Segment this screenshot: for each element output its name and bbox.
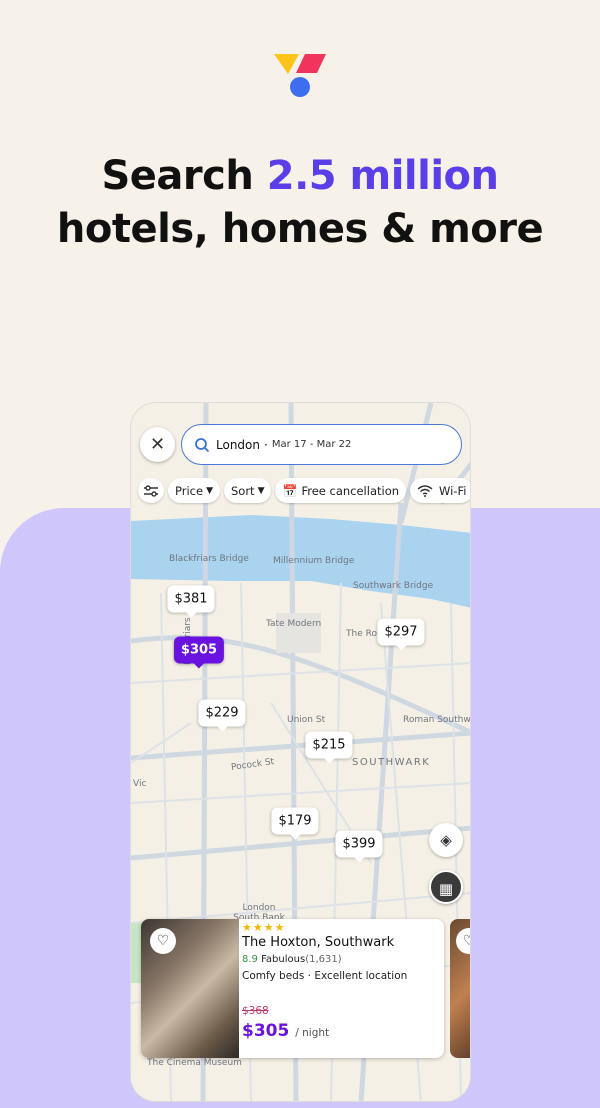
price-filter-chip[interactable]: Price ▼ [168, 478, 220, 503]
headline-line2: hotels, homes & more [56, 206, 544, 252]
headline-prefix: Search [101, 153, 267, 199]
original-price: $368 [242, 1005, 269, 1017]
close-button[interactable]: ✕ [140, 427, 175, 462]
chip-label: Sort [230, 483, 255, 498]
wifi-chip[interactable]: Wi-Fi [410, 478, 470, 503]
price-pin[interactable]: $381 [167, 585, 215, 618]
price-pin[interactable]: $215 [305, 731, 353, 764]
map-label: The Ro [346, 629, 377, 639]
hotel-name: The Hoxton, Southwark [242, 935, 395, 950]
price-pin[interactable]: $399 [335, 830, 383, 863]
map-label: Union St [287, 715, 326, 725]
review-score: 8.9 [242, 954, 258, 965]
hotel-card[interactable]: ♡ ★★★★ The Hoxton, Southwark 8.9 Fabulou… [141, 919, 444, 1058]
chip-label: Wi-Fi [439, 483, 467, 498]
price-pin-selected[interactable]: $305 [173, 636, 225, 669]
phone-mockup: Blackfriars Bridge Millennium Bridge Sou… [130, 402, 471, 1102]
map-view-button[interactable]: ▦ [429, 870, 463, 904]
heart-icon: ♡ [156, 933, 170, 949]
search-bar[interactable]: London · Mar 17 - Mar 22 [181, 424, 462, 465]
headline: Search 2.5 million hotels, homes & more [0, 150, 600, 256]
caret-down-icon: ▼ [206, 485, 213, 496]
map-label: Roman Southw [403, 715, 471, 725]
close-icon: ✕ [149, 434, 166, 455]
map-label: Tate Modern [266, 619, 322, 629]
chip-label: Price [175, 483, 204, 498]
next-hotel-card[interactable]: ♡ [450, 919, 470, 1058]
logo-blue-circle [290, 77, 310, 97]
price-value: $305 [242, 1021, 290, 1041]
chip-label: Free cancellation [301, 483, 400, 498]
star-rating: ★★★★ [242, 921, 286, 934]
caret-down-icon: ▼ [257, 485, 265, 496]
price-pin[interactable]: $179 [271, 807, 319, 840]
app-logo [274, 54, 326, 97]
favorite-button[interactable]: ♡ [456, 928, 470, 954]
layers-icon: ◈ [440, 831, 452, 849]
map-label: Blackfriars Bridge [169, 554, 249, 564]
calendar-check-icon: 📅 [282, 483, 298, 498]
logo-yellow-triangle [274, 54, 299, 74]
favorite-button[interactable]: ♡ [150, 928, 176, 954]
hotel-highlights: Comfy beds · Excellent location [242, 970, 408, 982]
map-label: Millennium Bridge [273, 556, 355, 566]
search-location: London [216, 437, 260, 452]
logo-red-parallelogram [296, 54, 326, 73]
layers-button[interactable]: ◈ [429, 823, 463, 857]
review-label: Fabulous [261, 954, 306, 965]
sliders-icon [144, 484, 158, 497]
free-cancellation-chip[interactable]: 📅 Free cancellation [275, 478, 407, 503]
map-icon: ▦ [438, 880, 454, 898]
filters-button[interactable] [138, 478, 164, 503]
map-label: Vic [133, 779, 147, 789]
filter-bar: Price ▼ Sort ▼ 📅 Free cancellation Wi-Fi [138, 478, 470, 503]
review-rating: 8.9 Fabulous(1,631) [242, 954, 407, 965]
sort-chip[interactable]: Sort ▼ [223, 478, 272, 503]
price-pin[interactable]: $297 [377, 618, 425, 651]
wifi-icon [417, 484, 433, 497]
price-unit: / night [295, 1027, 330, 1039]
price-pin[interactable]: $229 [198, 699, 246, 732]
map-label: Southwark Bridge [353, 581, 434, 591]
search-separator: · [264, 437, 268, 452]
review-count: (1,631) [305, 954, 342, 965]
heart-icon: ♡ [463, 933, 470, 949]
map-label: SOUTHWARK [352, 757, 431, 768]
search-dates: Mar 17 - Mar 22 [271, 439, 352, 450]
headline-highlight: 2.5 million [266, 153, 499, 199]
search-icon [195, 437, 210, 452]
nightly-price: $305 / night [242, 1021, 329, 1041]
